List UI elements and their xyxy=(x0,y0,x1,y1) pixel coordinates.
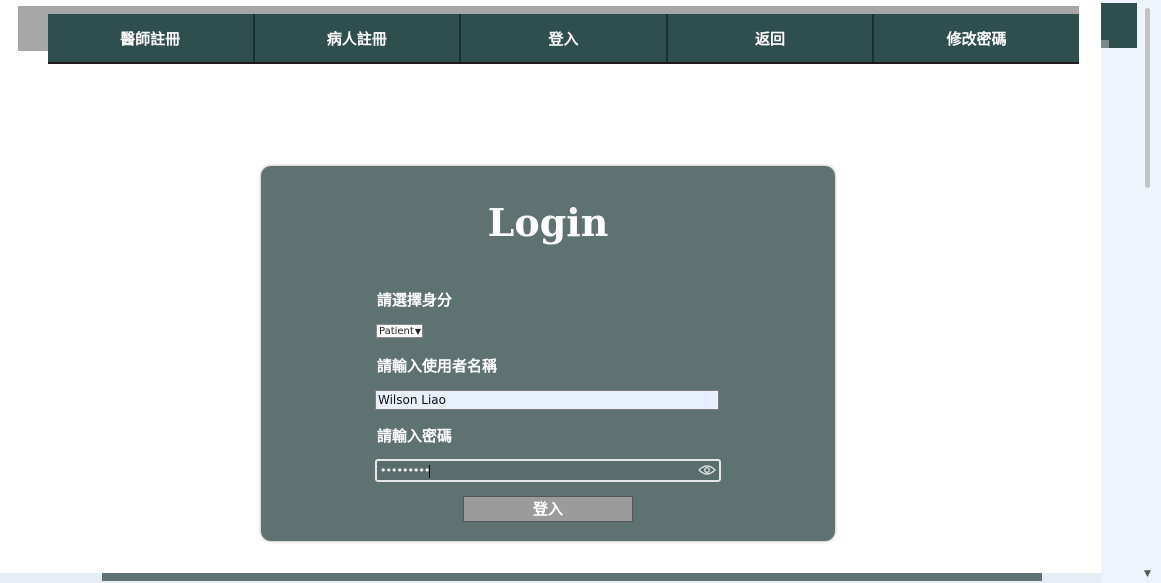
side-panel xyxy=(1101,0,1161,583)
text-caret xyxy=(429,464,431,478)
side-panel-notch xyxy=(1101,40,1109,48)
role-label: 請選擇身分 xyxy=(377,291,453,309)
chevron-down-icon: ▼ xyxy=(414,326,421,336)
password-label: 請輸入密碼 xyxy=(377,427,453,445)
scroll-down-arrow-icon[interactable]: ▼ xyxy=(1144,569,1151,579)
login-title: Login xyxy=(487,200,609,245)
role-select-value: Patient xyxy=(379,325,414,337)
nav-change-password[interactable]: 修改密碼 xyxy=(874,14,1079,62)
horizontal-scrollbar-thumb[interactable] xyxy=(102,573,1042,581)
eye-icon[interactable] xyxy=(698,464,716,480)
login-submit-button[interactable]: 登入 xyxy=(463,496,633,522)
top-navbar: 醫師註冊 病人註冊 登入 返回 修改密碼 xyxy=(48,14,1079,64)
username-value: Wilson Liao xyxy=(378,393,446,407)
nav-back[interactable]: 返回 xyxy=(668,14,875,62)
nav-doctor-register[interactable]: 醫師註冊 xyxy=(48,14,255,62)
username-input[interactable]: Wilson Liao xyxy=(375,390,719,410)
vertical-scrollbar-thumb[interactable] xyxy=(1145,8,1150,188)
nav-login[interactable]: 登入 xyxy=(461,14,668,62)
role-select[interactable]: Patient ▼ xyxy=(376,324,423,338)
nav-patient-register[interactable]: 病人註冊 xyxy=(255,14,462,62)
login-card: Login 請選擇身分 Patient ▼ 請輸入使用者名稱 Wilson Li… xyxy=(261,166,835,541)
username-label: 請輸入使用者名稱 xyxy=(377,357,498,375)
password-input[interactable]: ••••••••• xyxy=(375,459,721,482)
password-value: ••••••••• xyxy=(380,464,430,477)
